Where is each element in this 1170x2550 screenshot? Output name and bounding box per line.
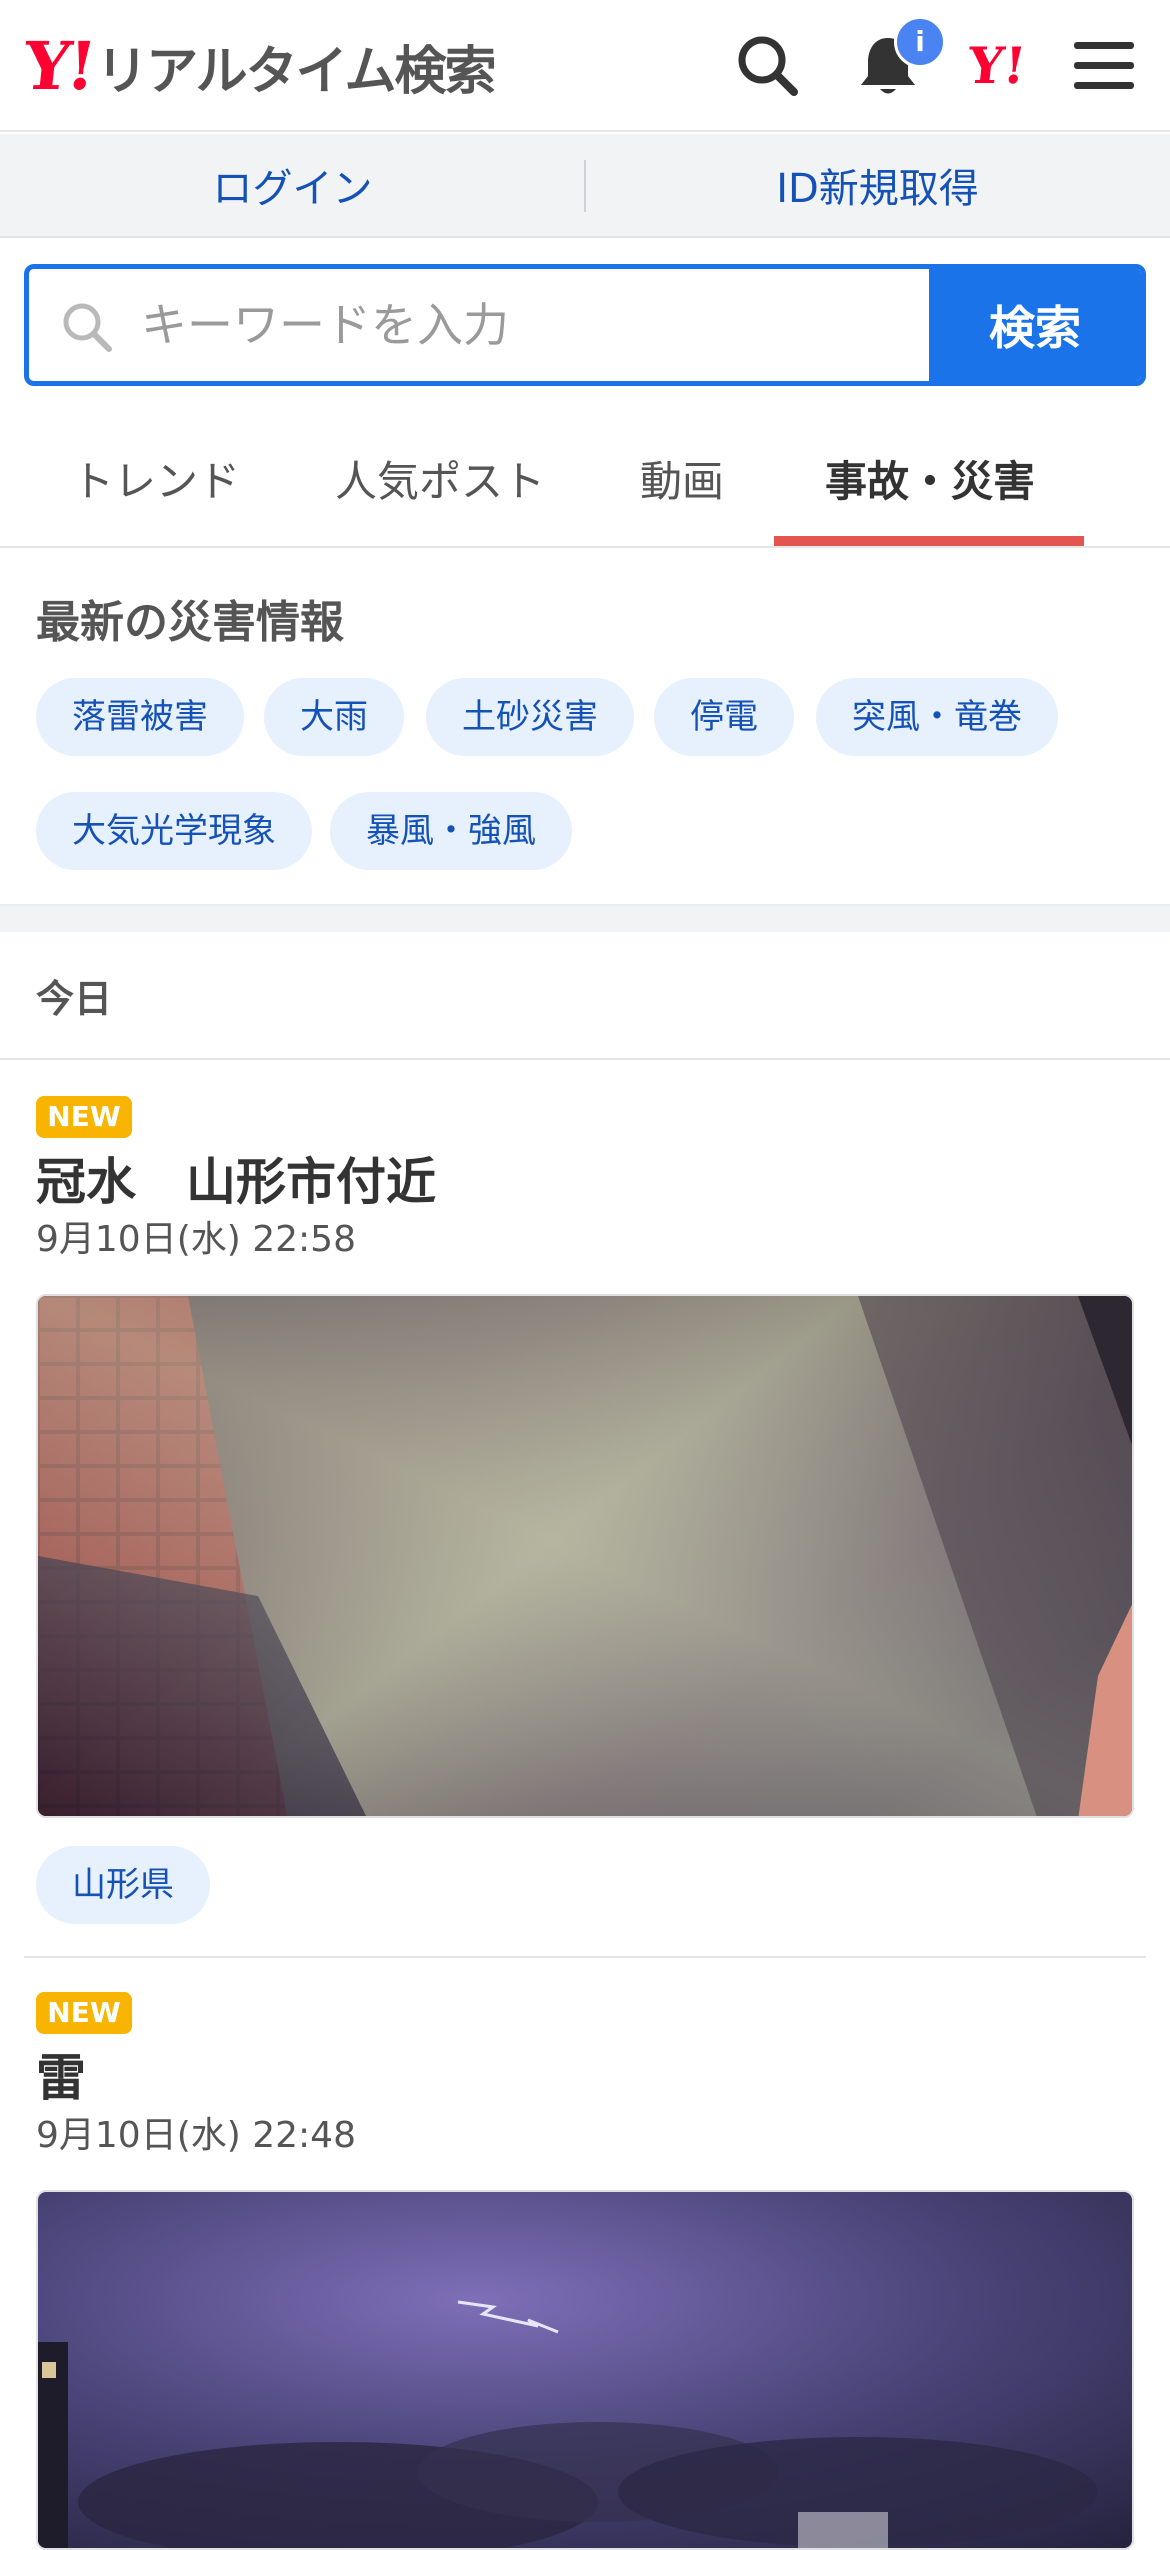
- post-title[interactable]: 冠水 山形市付近: [36, 1142, 436, 1214]
- yahoo-realtime-logo[interactable]: Y! リアルタイム検索: [20, 26, 497, 106]
- flood-image: [38, 1296, 1132, 1816]
- logo-text: リアルタイム検索: [96, 41, 496, 102]
- search-input-wrapper: [29, 269, 941, 381]
- auth-bar: ログイン ID新規取得: [0, 134, 1170, 238]
- logo-mark: Y!: [19, 27, 97, 105]
- app-header: Y! リアルタイム検索 i Y!: [0, 0, 1170, 132]
- auth-divider: [584, 160, 586, 212]
- day-label: 今日: [36, 977, 113, 1021]
- chip-landslide[interactable]: 土砂災害: [426, 678, 634, 756]
- tab-popular-posts[interactable]: 人気ポスト: [320, 448, 560, 548]
- register-link[interactable]: ID新規取得: [585, 134, 1170, 236]
- yahoo-home-logo[interactable]: Y!: [965, 34, 1052, 98]
- search-input[interactable]: [141, 269, 941, 381]
- post-photo-lightning-sky[interactable]: [36, 2190, 1134, 2550]
- post-divider: [24, 1956, 1146, 1958]
- disaster-section-title: 最新の災害情報: [36, 597, 344, 648]
- search-field-icon: [63, 303, 112, 352]
- post-timestamp: 9月10日(水) 22:48: [36, 2115, 356, 2156]
- tab-trend[interactable]: トレンド: [56, 448, 256, 548]
- chip-gust-tornado[interactable]: 突風・竜巻: [816, 678, 1058, 756]
- new-badge: NEW: [36, 1096, 132, 1138]
- section-separator: [0, 904, 1170, 932]
- lightning-image: [38, 2192, 1132, 2548]
- chip-atmospheric-optics[interactable]: 大気光学現象: [36, 792, 312, 870]
- active-tab-indicator: [774, 536, 1084, 546]
- chip-heavy-rain[interactable]: 大雨: [264, 678, 404, 756]
- post-photo-flooded-street[interactable]: [36, 1294, 1134, 1818]
- post-timestamp: 9月10日(水) 22:58: [36, 1219, 356, 1260]
- chip-storm-strong-wind[interactable]: 暴風・強風: [330, 792, 572, 870]
- notification-badge[interactable]: i: [894, 16, 946, 68]
- search-box: 検索: [24, 264, 1146, 386]
- new-badge: NEW: [36, 1992, 132, 2034]
- category-tabs: トレンド 人気ポスト 動画 事故・災害: [0, 408, 1170, 548]
- chip-power-outage[interactable]: 停電: [654, 678, 794, 756]
- search-icon[interactable]: [730, 28, 806, 104]
- login-link[interactable]: ログイン: [0, 134, 585, 236]
- chip-location-tag[interactable]: 山形県: [36, 1846, 210, 1924]
- day-divider: [0, 1058, 1170, 1060]
- tab-accident-disaster[interactable]: 事故・災害: [790, 448, 1070, 548]
- hamburger-menu-icon[interactable]: [1066, 28, 1142, 104]
- search-button[interactable]: 検索: [929, 269, 1141, 381]
- post-title[interactable]: 雷: [36, 2038, 86, 2110]
- tab-video[interactable]: 動画: [622, 448, 742, 548]
- chip-lightning-damage[interactable]: 落雷被害: [36, 678, 244, 756]
